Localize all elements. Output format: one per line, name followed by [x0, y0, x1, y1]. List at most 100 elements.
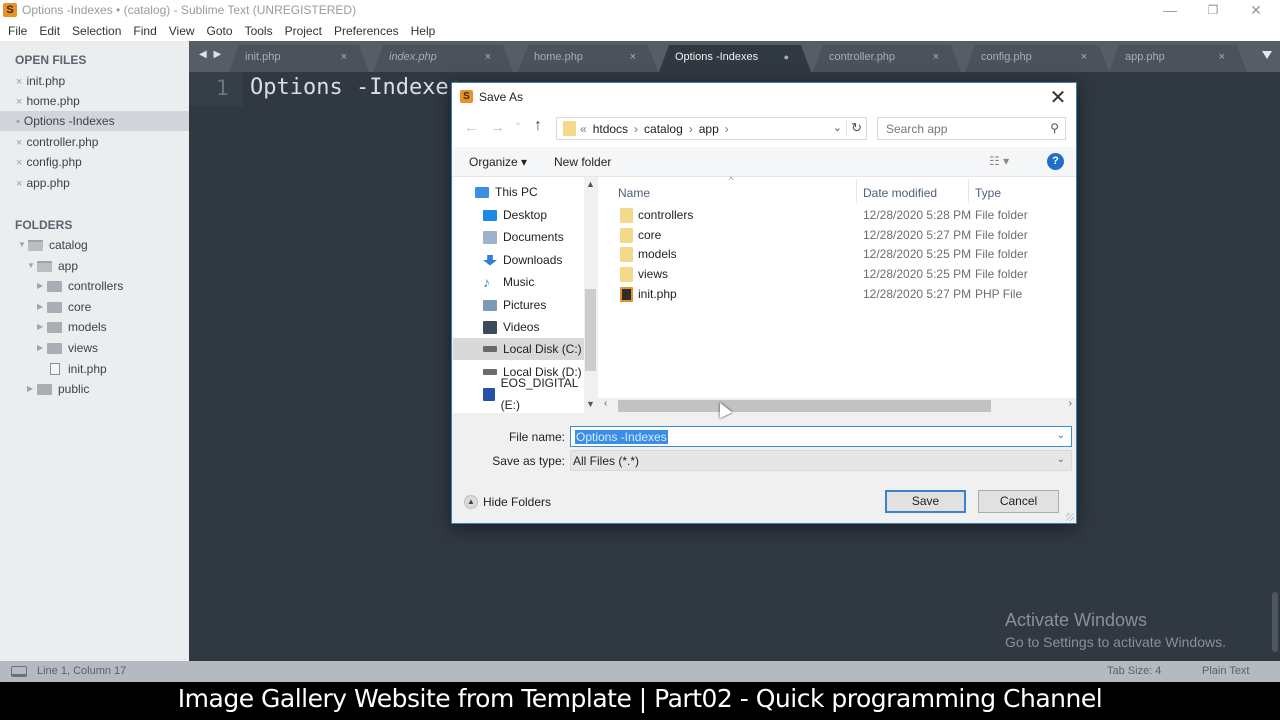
tab-navigation-arrows[interactable]: ◀ ▶: [199, 49, 223, 60]
file-row[interactable]: views 12/28/2020 5:25 PM File folder: [598, 264, 1076, 284]
nav-item-local-disk-c[interactable]: Local Disk (C:): [453, 338, 584, 360]
file-name-value[interactable]: Options -Indexes: [575, 430, 668, 444]
menu-find[interactable]: Find: [131, 21, 161, 41]
tree-folder-views[interactable]: ▶ views: [37, 338, 98, 358]
tab-app-php[interactable]: app.php ×: [1109, 45, 1247, 72]
up-folder-button[interactable]: ↑: [534, 117, 542, 135]
tab-init-php[interactable]: init.php ×: [229, 45, 369, 72]
close-window-button[interactable]: ✕: [1236, 0, 1276, 21]
hide-folders-toggle[interactable]: ▲ Hide Folders: [464, 495, 551, 509]
nav-item-videos[interactable]: Videos: [453, 316, 584, 338]
restore-button[interactable]: ❐: [1193, 0, 1233, 21]
tree-folder-controllers[interactable]: ▶ controllers: [37, 276, 123, 296]
cancel-button[interactable]: Cancel: [978, 490, 1059, 513]
nav-item-this-pc[interactable]: This PC: [453, 181, 584, 203]
collapsed-arrow-icon[interactable]: ▶: [37, 276, 47, 296]
menu-tools[interactable]: Tools: [243, 21, 278, 41]
expanded-arrow-icon[interactable]: ▼: [27, 256, 37, 276]
tree-folder-app[interactable]: ▼ app: [27, 256, 78, 276]
tree-folder-public[interactable]: ▶ public: [27, 379, 89, 399]
close-tab-icon[interactable]: ×: [341, 45, 347, 70]
new-folder-button[interactable]: New folder: [554, 155, 611, 169]
recent-locations-button[interactable]: ⌄: [514, 117, 522, 128]
menu-project[interactable]: Project: [283, 21, 327, 41]
search-icon[interactable]: ⚲: [1050, 121, 1059, 135]
menu-selection[interactable]: Selection: [70, 21, 126, 41]
column-resize-handle[interactable]: [968, 179, 969, 203]
menu-view[interactable]: View: [167, 21, 200, 41]
menu-goto[interactable]: Goto: [205, 21, 238, 41]
collapsed-arrow-icon[interactable]: ▶: [27, 379, 37, 399]
tab-size-indicator[interactable]: Tab Size: 4: [1107, 665, 1161, 677]
menu-preferences[interactable]: Preferences: [332, 21, 404, 41]
dialog-close-button[interactable]: ✕: [1046, 85, 1070, 110]
collapsed-arrow-icon[interactable]: ▶: [37, 297, 47, 317]
open-file-item[interactable]: × controller.php: [0, 132, 189, 152]
console-panel-icon[interactable]: [11, 666, 27, 677]
tab-index-php[interactable]: index.php ×: [373, 45, 513, 72]
open-file-item-active[interactable]: • Options -Indexes: [0, 111, 189, 131]
breadcrumb-app[interactable]: app: [699, 122, 719, 136]
close-file-icon[interactable]: ×: [16, 157, 22, 169]
horizontal-scrollbar[interactable]: ‹ ›: [598, 398, 1076, 413]
close-tab-icon[interactable]: ×: [1081, 45, 1087, 70]
close-tab-icon[interactable]: ×: [485, 45, 491, 70]
scroll-down-icon[interactable]: ▼: [586, 399, 595, 409]
tab-list-dropdown-icon[interactable]: [1262, 51, 1272, 59]
tree-folder-core[interactable]: ▶ core: [37, 297, 91, 317]
column-header-name[interactable]: Name: [618, 186, 650, 200]
open-file-item[interactable]: × app.php: [0, 173, 189, 193]
save-type-dropdown-icon[interactable]: ⌄: [1057, 454, 1065, 465]
open-file-item[interactable]: × home.php: [0, 91, 189, 111]
overflow-chevron[interactable]: «: [580, 122, 587, 136]
search-input[interactable]: Search app ⚲: [877, 117, 1066, 140]
close-file-icon[interactable]: ×: [16, 137, 22, 149]
scrollbar-thumb[interactable]: [585, 289, 596, 371]
resize-grip[interactable]: [1066, 513, 1074, 521]
nav-item-music[interactable]: ♪ Music: [453, 271, 584, 293]
close-tab-icon[interactable]: ×: [933, 45, 939, 70]
minimize-button[interactable]: —: [1150, 0, 1190, 21]
navpane-scrollbar[interactable]: ▲ ▼: [584, 177, 597, 413]
breadcrumb-htdocs[interactable]: htdocs: [593, 122, 628, 136]
file-row[interactable]: init.php 12/28/2020 5:27 PM PHP File: [598, 284, 1076, 304]
change-view-icon[interactable]: ☷ ▾: [989, 154, 1009, 168]
file-name-input[interactable]: Options -Indexes ⌄: [570, 426, 1072, 447]
organize-menu[interactable]: Organize ▾: [469, 155, 527, 169]
editor-scrollbar[interactable]: [1272, 592, 1278, 652]
nav-item-documents[interactable]: Documents: [453, 226, 584, 248]
close-file-icon[interactable]: ×: [16, 96, 22, 108]
refresh-icon[interactable]: ↻: [846, 120, 862, 136]
close-file-icon[interactable]: ×: [16, 76, 22, 88]
save-type-select[interactable]: All Files (*.*) ⌄: [570, 450, 1072, 471]
file-row[interactable]: controllers 12/28/2020 5:28 PM File folder: [598, 205, 1076, 225]
file-row[interactable]: core 12/28/2020 5:27 PM File folder: [598, 225, 1076, 245]
tab-home-php[interactable]: home.php ×: [518, 45, 658, 72]
breadcrumb-catalog[interactable]: catalog: [644, 122, 683, 136]
unsaved-dot-icon[interactable]: ●: [784, 45, 789, 70]
file-name-dropdown-icon[interactable]: ⌄: [1057, 430, 1065, 441]
close-tab-icon[interactable]: ×: [1219, 45, 1225, 70]
nav-item-downloads[interactable]: Downloads: [453, 249, 584, 271]
scroll-left-icon[interactable]: ‹: [604, 398, 607, 409]
menu-edit[interactable]: Edit: [37, 21, 65, 41]
open-file-item[interactable]: × init.php: [0, 71, 189, 91]
tab-controller-php[interactable]: controller.php ×: [813, 45, 961, 72]
address-dropdown-icon[interactable]: ⌄: [833, 121, 842, 134]
menu-file[interactable]: File: [6, 21, 32, 41]
scroll-right-icon[interactable]: ›: [1069, 398, 1072, 409]
help-icon[interactable]: ?: [1047, 153, 1064, 170]
scrollbar-thumb[interactable]: [618, 400, 991, 412]
tab-options-indexes[interactable]: Options -Indexes ●: [659, 45, 811, 72]
collapsed-arrow-icon[interactable]: ▶: [37, 338, 47, 358]
close-file-icon[interactable]: ×: [16, 178, 22, 190]
nav-item-pictures[interactable]: Pictures: [453, 294, 584, 316]
column-resize-handle[interactable]: [856, 179, 857, 203]
address-bar[interactable]: « htdocs › catalog › app › ⌄ ↻: [556, 117, 867, 140]
column-header-type[interactable]: Type: [975, 186, 1001, 200]
file-row[interactable]: models 12/28/2020 5:25 PM File folder: [598, 244, 1076, 264]
column-header-date[interactable]: Date modified: [863, 186, 937, 200]
save-button[interactable]: Save: [885, 490, 966, 513]
code-line[interactable]: Options -Indexes: [250, 75, 462, 100]
nav-item-desktop[interactable]: Desktop: [453, 204, 584, 226]
